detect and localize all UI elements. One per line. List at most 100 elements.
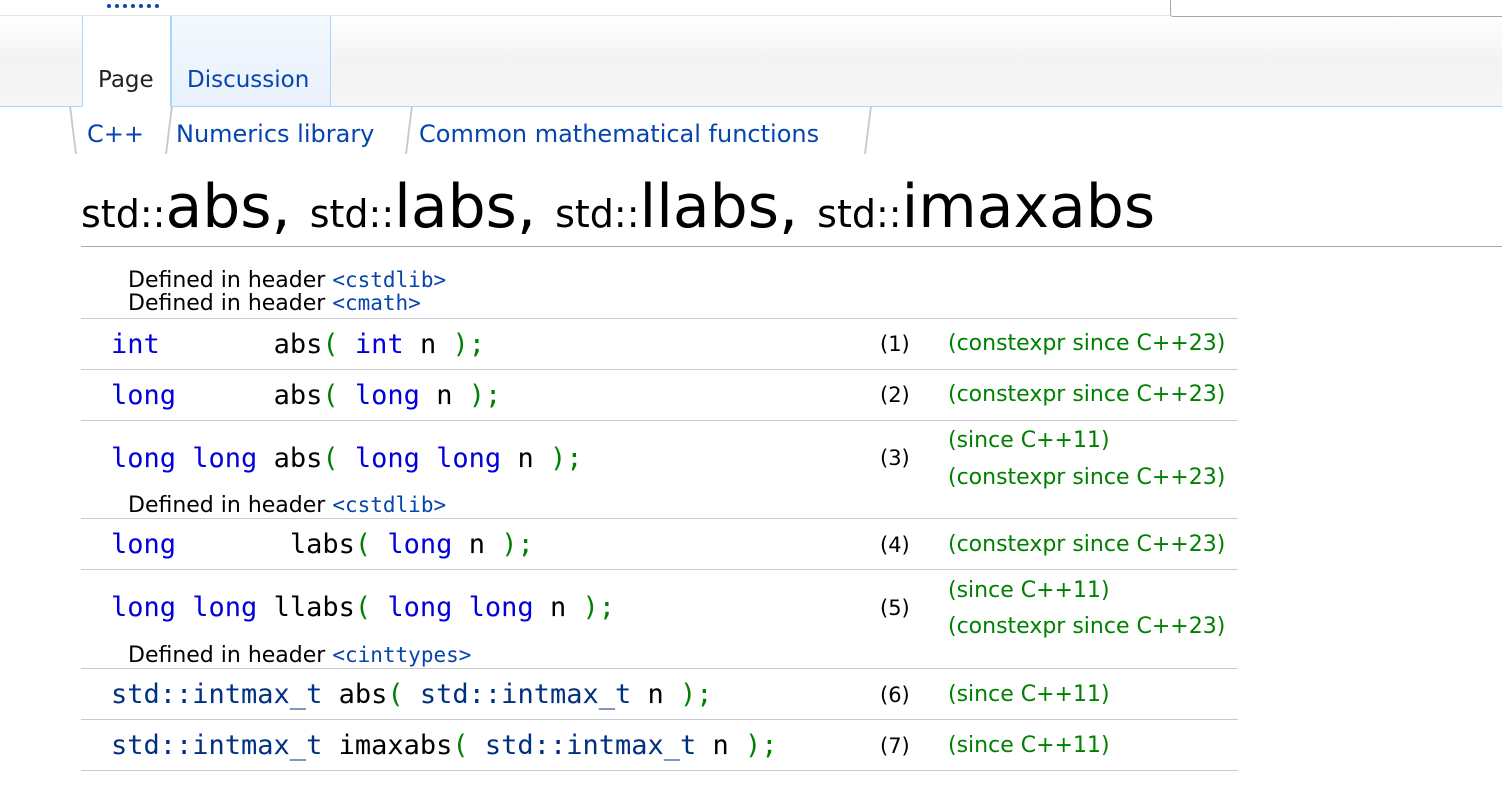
header-link-cinttypes[interactable]: <cinttypes> xyxy=(332,643,471,667)
open-paren: ( xyxy=(322,380,339,411)
since-badge: (constexpr since C++23) xyxy=(948,465,1226,490)
overload-number: (5) xyxy=(880,596,910,620)
param-name: n xyxy=(517,443,534,474)
param-name: n xyxy=(419,329,437,360)
return-type: long long xyxy=(111,592,258,623)
declaration-row: long labs( long n ); (4) (constexpr sinc… xyxy=(81,518,1238,570)
close-paren: ); xyxy=(680,679,713,710)
header-definition: Defined in header <cstdlib> xyxy=(128,268,446,293)
declaration-row: long long llabs( long long n ); (5) (sin… xyxy=(81,569,1238,669)
title-separator: , xyxy=(516,172,556,242)
declaration-row: std::intmax_t imaxabs( std::intmax_t n )… xyxy=(81,719,1238,771)
param-type: long long xyxy=(354,443,502,474)
title-separator: , xyxy=(779,172,818,242)
breadcrumb-link-numerics[interactable]: Numerics library xyxy=(176,106,374,154)
title-function: imaxabs xyxy=(901,172,1156,242)
site-logo-fragment xyxy=(107,0,159,8)
declaration-row: std::intmax_t abs( std::intmax_t n ); (6… xyxy=(81,668,1238,720)
breadcrumb-separator xyxy=(164,105,174,155)
open-paren: ( xyxy=(322,329,339,360)
overload-number: (2) xyxy=(880,383,910,407)
header-definition-label: Defined in header xyxy=(128,493,326,518)
return-type: int xyxy=(111,329,160,360)
function-name: llabs xyxy=(273,592,355,623)
close-paren: ); xyxy=(550,443,583,474)
param-name: n xyxy=(712,730,729,761)
since-badge: (since C++11) xyxy=(948,682,1110,707)
spacing xyxy=(176,529,290,560)
open-paren: ( xyxy=(387,679,404,710)
since-badge: (since C++11) xyxy=(948,578,1110,603)
header-definition-label: Defined in header xyxy=(128,291,326,316)
title-namespace: std:: xyxy=(817,192,902,236)
page-title: std::abs, std::labs, std::llabs, std::im… xyxy=(81,172,1502,247)
open-paren: ( xyxy=(322,443,339,474)
declaration-code: long long llabs( long long n ); xyxy=(111,592,615,623)
breadcrumb-link-cpp[interactable]: C++ xyxy=(87,106,144,154)
param-name: n xyxy=(549,592,567,623)
tab-discussion[interactable]: Discussion xyxy=(171,16,331,106)
overload-number: (6) xyxy=(880,683,910,707)
close-paren: ); xyxy=(452,329,485,360)
header-definition: Defined in header <cinttypes> xyxy=(128,643,471,668)
open-paren: ( xyxy=(354,529,372,560)
param-type: long xyxy=(354,380,420,411)
param-type[interactable]: std::intmax_t xyxy=(485,730,696,761)
spacing xyxy=(257,592,273,623)
search-input[interactable] xyxy=(1170,0,1502,17)
title-function: labs xyxy=(394,172,517,242)
top-navigation-bar: Page Discussion xyxy=(0,0,1502,107)
breadcrumb: C++ Numerics library Common mathematical… xyxy=(68,105,873,156)
overload-number: (3) xyxy=(880,446,910,470)
declaration-code: long labs( long n ); xyxy=(111,529,534,560)
declaration-code: long long abs( long long n ); xyxy=(111,443,583,474)
param-type: long xyxy=(387,529,453,560)
close-paren: ); xyxy=(468,380,502,411)
overload-number: (7) xyxy=(880,734,910,758)
title-function: llabs xyxy=(639,172,779,242)
param-type[interactable]: std::intmax_t xyxy=(420,679,631,710)
header-definition: Defined in header <cmath> xyxy=(128,291,421,316)
param-name: n xyxy=(436,380,453,411)
function-name: labs xyxy=(289,529,355,560)
breadcrumb-separator xyxy=(404,105,414,155)
overload-number: (1) xyxy=(880,332,910,356)
header-link-cmath[interactable]: <cmath> xyxy=(332,291,421,315)
return-type: long xyxy=(111,380,177,411)
param-name: n xyxy=(468,529,485,560)
title-namespace: std:: xyxy=(309,192,395,236)
param-type: long long xyxy=(387,592,534,623)
since-badge: (constexpr since C++23) xyxy=(948,532,1226,557)
open-paren: ( xyxy=(354,592,372,623)
spacing xyxy=(176,380,274,411)
declaration-code: std::intmax_t abs( std::intmax_t n ); xyxy=(111,679,713,710)
declaration-row: long abs( long n ); (2) (constexpr since… xyxy=(81,369,1238,421)
function-name: abs xyxy=(273,329,323,360)
return-type[interactable]: std::intmax_t xyxy=(111,679,322,710)
title-namespace: std:: xyxy=(555,192,640,236)
header-definition: Defined in header <cstdlib> xyxy=(128,493,446,518)
return-type: long long xyxy=(111,443,258,474)
return-type[interactable]: std::intmax_t xyxy=(111,730,322,761)
tab-page-label: Page xyxy=(98,67,154,93)
tab-page[interactable]: Page xyxy=(82,16,171,107)
spacing xyxy=(257,443,273,474)
close-paren: ); xyxy=(501,529,534,560)
function-name: abs xyxy=(273,380,323,411)
header-link-cstdlib[interactable]: <cstdlib> xyxy=(332,493,446,517)
declaration-code: long abs( long n ); xyxy=(111,380,501,411)
open-paren: ( xyxy=(452,730,469,761)
since-badge: (since C++11) xyxy=(948,428,1110,453)
breadcrumb-separator xyxy=(863,105,873,155)
header-definition-label: Defined in header xyxy=(128,643,326,668)
spacing xyxy=(322,679,338,710)
since-badge: (since C++11) xyxy=(948,733,1110,758)
declaration-code: int abs( int n ); xyxy=(111,329,485,360)
breadcrumb-link-math-functions[interactable]: Common mathematical functions xyxy=(419,106,819,154)
close-paren: ); xyxy=(745,730,778,761)
function-name: abs xyxy=(273,443,323,474)
declaration-row: int abs( int n ); (1) (constexpr since C… xyxy=(81,318,1238,370)
since-badge: (constexpr since C++23) xyxy=(948,382,1226,407)
declaration-row: long long abs( long long n ); (3) (since… xyxy=(81,420,1238,519)
header-link-cstdlib[interactable]: <cstdlib> xyxy=(332,268,446,292)
